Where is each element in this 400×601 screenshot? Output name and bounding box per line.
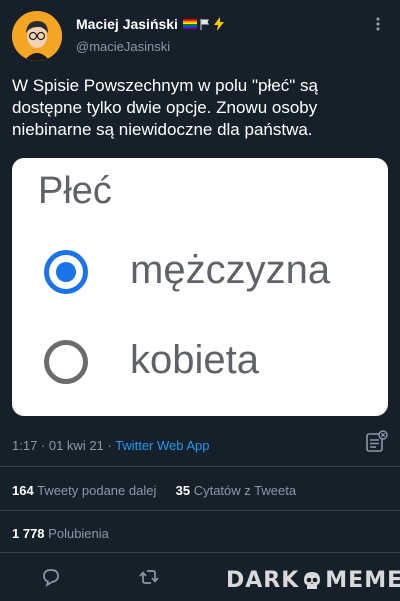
retweet-icon[interactable] (138, 566, 160, 588)
more-options-icon[interactable] (370, 14, 386, 34)
watermark-right: MEMES (325, 568, 400, 593)
radio-unselected (44, 340, 88, 384)
likes-label[interactable]: Polubienia (48, 526, 109, 541)
watermark-left: DARK (226, 568, 300, 593)
reply-icon[interactable] (40, 566, 62, 588)
avatar[interactable] (12, 11, 62, 61)
retweets-count[interactable]: 164 (12, 483, 34, 498)
rainbow-flag-icon (182, 19, 197, 29)
author-name-row[interactable]: Maciej Jasiński (76, 16, 225, 32)
watermark: DARK MEMES (226, 568, 400, 593)
skull-icon (301, 570, 323, 592)
divider (0, 552, 400, 553)
timestamp[interactable]: 1:17 · 01 kwi 21 · (12, 438, 115, 453)
quotes-count[interactable]: 35 (176, 483, 190, 498)
lightning-icon (213, 17, 224, 31)
tweet-text: W Spisie Powszechnym w polu "płeć" są do… (12, 76, 318, 139)
quotes-label[interactable]: Cytatów z Tweeta (194, 483, 296, 498)
likes-count[interactable]: 1 778 (12, 526, 45, 541)
tweet-meta: 1:17 · 01 kwi 21 · Twitter Web App (12, 438, 210, 453)
tweet-header: Maciej Jasiński @macieJasinski (0, 0, 400, 64)
likes-stats[interactable]: 1 778 Polubienia (12, 526, 109, 541)
tweet-media-image[interactable]: Płeć mężczyzna kobieta (12, 158, 388, 416)
author-handle[interactable]: @macieJasinski (76, 39, 170, 54)
divider (0, 466, 400, 467)
engagement-stats: 164 Tweety podane dalej 35 Cytatów z Twe… (12, 483, 296, 498)
option-label: kobieta (130, 338, 259, 382)
divider (0, 510, 400, 511)
name-badges (182, 17, 225, 31)
analytics-icon[interactable] (364, 430, 388, 454)
option-label: mężczyzna (130, 248, 331, 292)
white-flag-icon (200, 19, 209, 30)
radio-selected (44, 250, 88, 294)
author-name[interactable]: Maciej Jasiński (76, 16, 178, 32)
retweets-label[interactable]: Tweety podane dalej (37, 483, 156, 498)
form-field-title: Płeć (38, 170, 112, 212)
source-app-link[interactable]: Twitter Web App (115, 438, 209, 453)
